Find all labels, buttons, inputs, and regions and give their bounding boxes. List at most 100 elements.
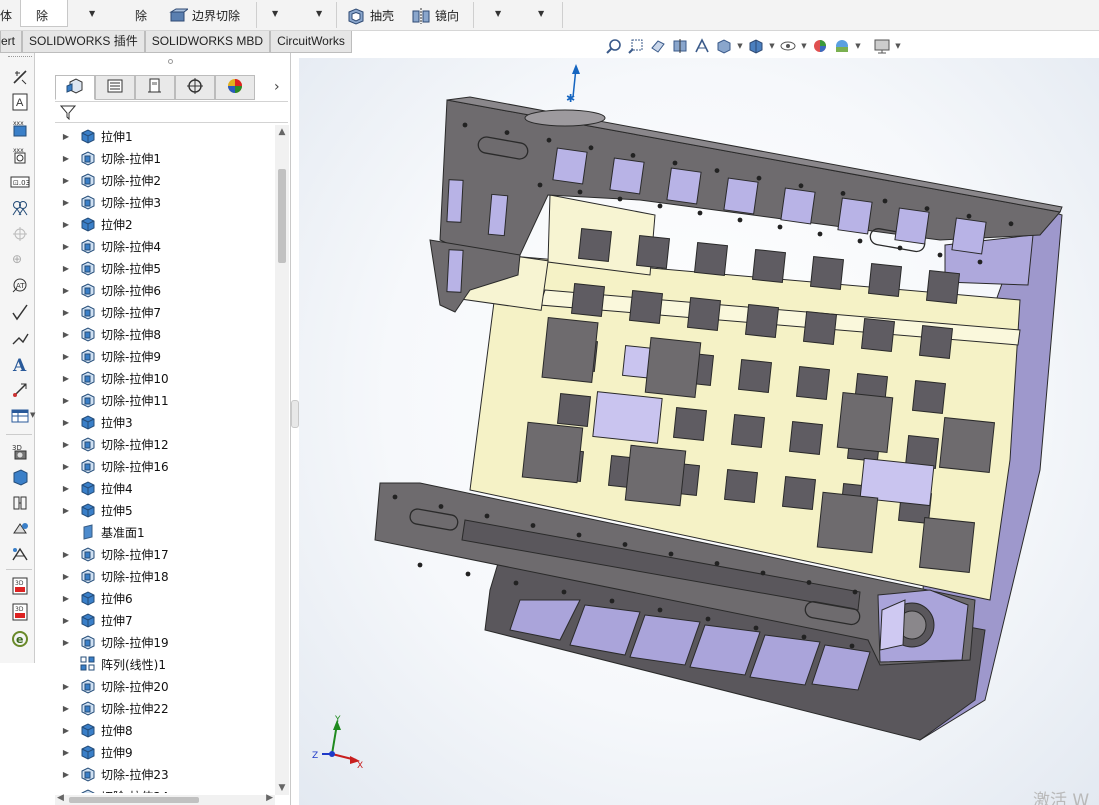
expand-arrow-icon[interactable]: ▶: [59, 462, 73, 471]
tree-item[interactable]: ▶ 切除-拉伸23: [55, 763, 275, 785]
ribbon-body-item[interactable]: 体: [0, 0, 12, 31]
expand-arrow-icon[interactable]: ▶: [59, 726, 73, 735]
section-icon[interactable]: [9, 467, 31, 487]
expand-arrow-icon[interactable]: ▶: [59, 748, 73, 757]
zoom-to-area-icon[interactable]: [626, 36, 646, 56]
view-orientation-dropdown[interactable]: ▼: [736, 42, 744, 50]
table-dropdown[interactable]: ▼: [30, 411, 35, 419]
view-settings-dropdown[interactable]: ▼: [894, 42, 902, 50]
tab-insert[interactable]: ert: [0, 31, 23, 53]
expand-arrow-icon[interactable]: ▶: [59, 770, 73, 779]
scroll-left-arrow-icon[interactable]: ◀: [57, 793, 64, 803]
hole-callout-icon[interactable]: ⊡.03: [9, 172, 31, 192]
3d-pdf-icon[interactable]: 3D: [9, 576, 31, 596]
tree-vertical-scrollbar[interactable]: ▲ ▼: [275, 125, 289, 795]
expand-arrow-icon[interactable]: ▶: [59, 484, 73, 493]
tree-item[interactable]: ▶ 切除-拉伸22: [55, 697, 275, 719]
camera-icon[interactable]: [9, 493, 31, 513]
tree-item[interactable]: ▶ 切除-拉伸20: [55, 675, 275, 697]
view-settings-icon[interactable]: [872, 36, 892, 56]
panel-splitter[interactable]: [291, 400, 299, 428]
tree-item[interactable]: ▶ 切除-拉伸18: [55, 565, 275, 587]
ribbon-dropdown-5[interactable]: ▼: [538, 9, 544, 18]
tree-item[interactable]: ▶ 切除-拉伸9: [55, 345, 275, 367]
edrawings-icon[interactable]: e: [9, 629, 31, 649]
expand-arrow-icon[interactable]: ▶: [59, 638, 73, 647]
hide-show-icon[interactable]: [778, 36, 798, 56]
ribbon-dropdown-1[interactable]: ▼: [89, 9, 95, 18]
auto-balloon-icon[interactable]: [9, 198, 31, 218]
filter-icon[interactable]: [59, 104, 77, 124]
previous-view-icon[interactable]: [648, 36, 668, 56]
view-orientation-icon[interactable]: [714, 36, 734, 56]
scroll-right-arrow-icon[interactable]: ▶: [266, 793, 273, 803]
apply-scene-icon[interactable]: [832, 36, 852, 56]
hide-show-dropdown[interactable]: ▼: [800, 42, 808, 50]
pattern-icon[interactable]: [9, 380, 31, 400]
expand-arrow-icon[interactable]: ▶: [59, 242, 73, 251]
vertical-scroll-thumb[interactable]: [278, 169, 286, 263]
text-annotation-icon[interactable]: [9, 328, 31, 348]
tab-solidworks-mbd[interactable]: SOLIDWORKS MBD: [144, 31, 271, 53]
expand-arrow-icon[interactable]: ▶: [59, 440, 73, 449]
tree-item[interactable]: ▶ 拉伸8: [55, 719, 275, 741]
tree-filter-bar[interactable]: [55, 101, 288, 123]
expand-arrow-icon[interactable]: ▶: [59, 682, 73, 691]
expand-arrow-icon[interactable]: ▶: [59, 352, 73, 361]
part-model[interactable]: ✱ Y X Z: [299, 58, 1099, 805]
balloon-icon[interactable]: xxx: [9, 146, 31, 166]
expand-arrow-icon[interactable]: ▶: [59, 704, 73, 713]
tree-item[interactable]: ▶ 切除-拉伸19: [55, 631, 275, 653]
ribbon-remove-item-2[interactable]: 除: [135, 0, 147, 31]
expand-arrow-icon[interactable]: ▶: [59, 264, 73, 273]
ribbon-dropdown-3[interactable]: ▼: [316, 9, 322, 18]
expand-arrow-icon[interactable]: ▶: [59, 616, 73, 625]
tree-item[interactable]: ▶ 拉伸2: [55, 213, 275, 235]
toolbar-grip[interactable]: [8, 56, 32, 58]
tree-item[interactable]: ▶ 拉伸6: [55, 587, 275, 609]
expand-arrow-icon[interactable]: ▶: [59, 594, 73, 603]
expand-arrow-icon[interactable]: ▶: [59, 132, 73, 141]
note-icon[interactable]: A: [9, 92, 31, 112]
tree-item[interactable]: ▶ 拉伸1: [55, 125, 275, 147]
graphics-area[interactable]: ✱ Y X Z: [299, 58, 1099, 805]
model-items-icon[interactable]: xxx: [9, 119, 31, 139]
tree-item[interactable]: ▶ 拉伸5: [55, 499, 275, 521]
shell-button[interactable]: 抽壳: [346, 0, 394, 31]
expand-arrow-icon[interactable]: ▶: [59, 374, 73, 383]
display-style-icon[interactable]: [746, 36, 766, 56]
tree-item[interactable]: ▶ 切除-拉伸2: [55, 169, 275, 191]
3d-view-icon[interactable]: 3D: [9, 441, 31, 461]
tree-item[interactable]: ▶ 切除-拉伸7: [55, 301, 275, 323]
tree-item[interactable]: 阵列(线性)1: [55, 653, 275, 675]
tree-item[interactable]: ▶ 切除-拉伸16: [55, 455, 275, 477]
tree-item[interactable]: ▶ 切除-拉伸12: [55, 433, 275, 455]
tab-property-manager[interactable]: [95, 75, 135, 100]
ribbon-remove-item-1[interactable]: 除: [36, 0, 48, 31]
centerline-icon[interactable]: A: [9, 354, 31, 374]
tree-item[interactable]: ▶ 拉伸7: [55, 609, 275, 631]
tree-item[interactable]: ▶ 切除-拉伸1: [55, 147, 275, 169]
expand-arrow-icon[interactable]: ▶: [59, 506, 73, 515]
apply-scene-dropdown[interactable]: ▼: [854, 42, 862, 50]
display-style-dropdown[interactable]: ▼: [768, 42, 776, 50]
tree-item[interactable]: ▶ 切除-拉伸6: [55, 279, 275, 301]
tab-dimxpert-manager[interactable]: [175, 75, 215, 100]
ribbon-dropdown-2[interactable]: ▼: [272, 9, 278, 18]
geometric-tolerance-icon[interactable]: [9, 302, 31, 322]
expand-arrow-icon[interactable]: ▶: [59, 154, 73, 163]
tree-horizontal-scrollbar[interactable]: ◀ ▶: [55, 793, 275, 805]
panel-grip[interactable]: [168, 59, 173, 64]
tree-item[interactable]: ▶ 切除-拉伸11: [55, 389, 275, 411]
tree-item[interactable]: ▶切除-拉伸24: [55, 785, 275, 793]
horizontal-scroll-thumb[interactable]: [69, 797, 199, 803]
scroll-up-arrow-icon[interactable]: ▲: [275, 125, 289, 139]
boundary-cut-button[interactable]: 边界切除: [168, 0, 240, 31]
expand-arrow-icon[interactable]: ▶: [59, 220, 73, 229]
chevron-right-icon[interactable]: ›: [274, 79, 280, 95]
tree-item[interactable]: ▶ 拉伸4: [55, 477, 275, 499]
expand-arrow-icon[interactable]: ▶: [59, 308, 73, 317]
tree-item[interactable]: ▶ 拉伸3: [55, 411, 275, 433]
tree-item[interactable]: ▶ 切除-拉伸4: [55, 235, 275, 257]
table-icon[interactable]: [9, 406, 31, 426]
